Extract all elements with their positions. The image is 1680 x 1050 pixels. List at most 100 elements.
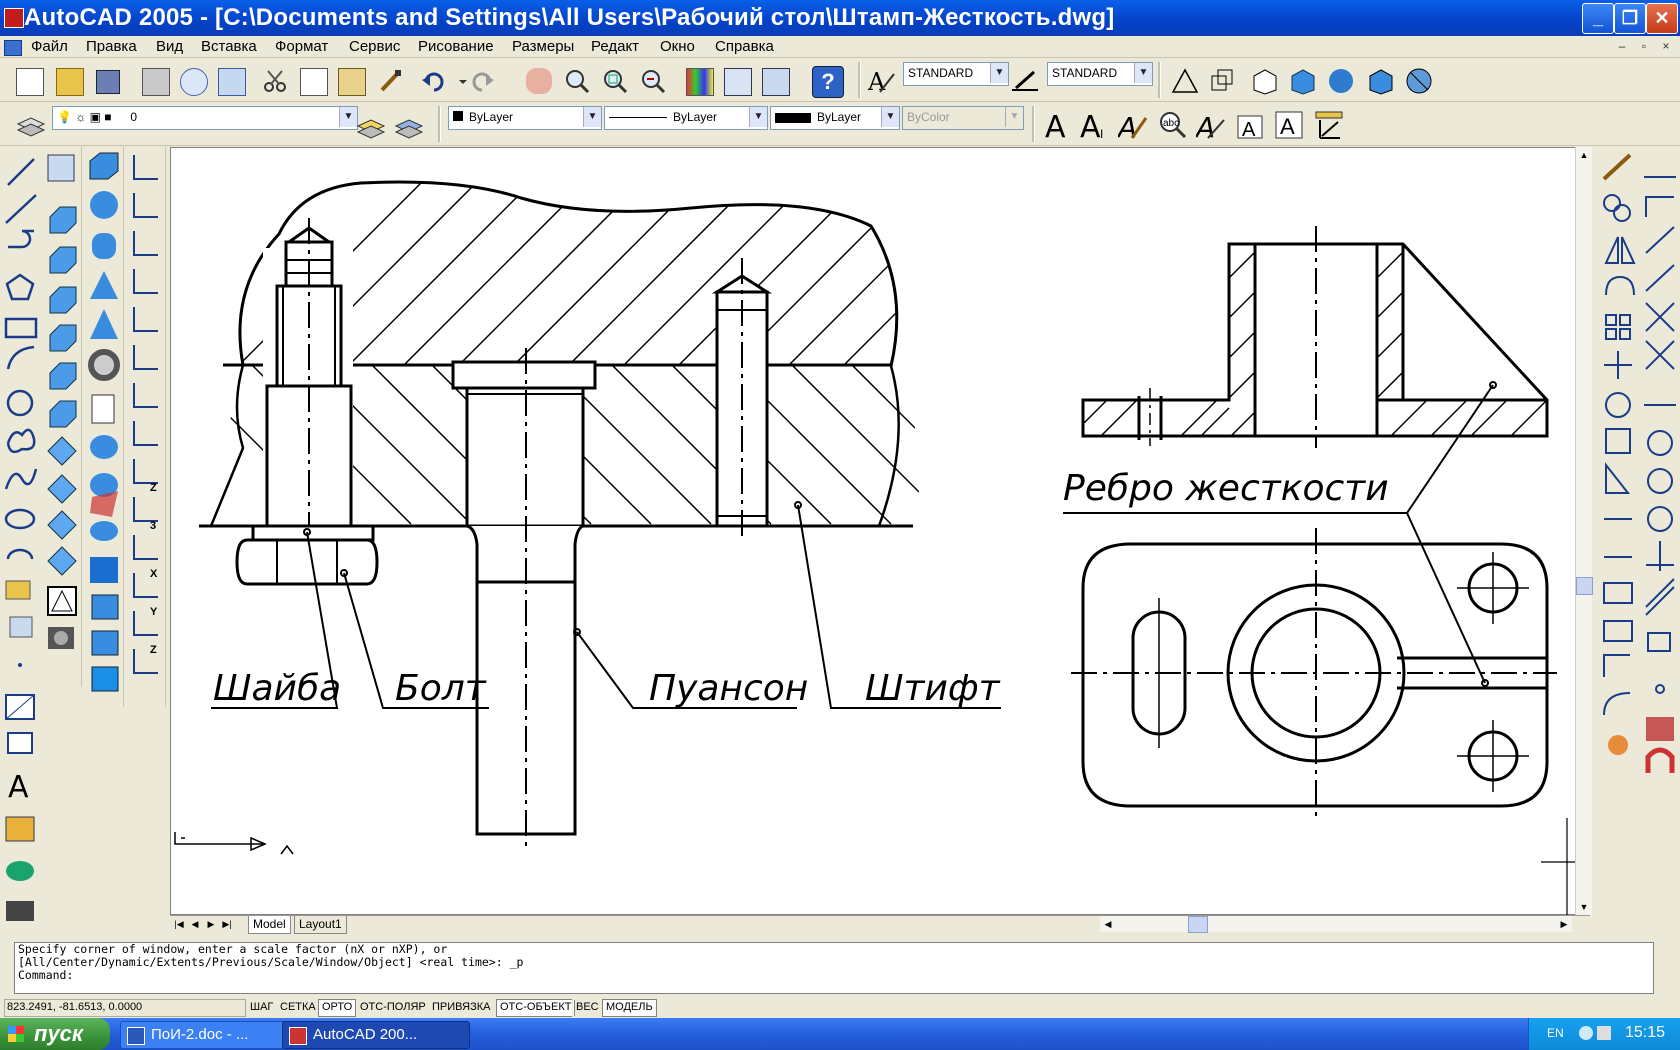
hidden-view-icon[interactable] [1250, 66, 1277, 95]
language-indicator[interactable]: EN [1547, 1026, 1564, 1040]
chevron-down-icon[interactable]: ▼ [881, 107, 899, 127]
command-prompt[interactable]: Command: [15, 969, 1653, 982]
new-file-icon[interactable] [16, 68, 44, 96]
layer-previous-icon[interactable] [394, 112, 424, 139]
network-icon[interactable] [1597, 1026, 1611, 1040]
zoom-previous-icon[interactable] [640, 68, 666, 94]
chevron-down-icon[interactable]: ▼ [990, 63, 1008, 83]
dim-style-select[interactable]: STANDARD ▼ [1047, 62, 1153, 86]
drawing-canvas[interactable]: Шайба Болт Пуансон Штифт Ребро жесткости [170, 147, 1591, 916]
doc-minimize-button[interactable]: – [1614, 38, 1630, 54]
cut-icon[interactable] [262, 68, 288, 94]
find-replace-icon[interactable]: abc [1158, 110, 1187, 139]
design-center-icon[interactable] [724, 68, 752, 96]
menu-window[interactable]: Окно [660, 38, 695, 55]
menu-tools[interactable]: Сервис [349, 38, 400, 55]
scroll-left-icon[interactable]: ◀ [1100, 916, 1116, 932]
lineweight-select[interactable]: ByLayer ▼ [770, 106, 900, 130]
color-select[interactable]: ByLayer ▼ [448, 106, 602, 130]
undo-icon[interactable] [420, 68, 446, 94]
lineweight-toggle[interactable]: ВЕС [572, 999, 603, 1017]
justify-text-icon[interactable] [1314, 110, 1343, 139]
layer-select[interactable]: 💡 ☼ ▣ ■ 0 ▼ [52, 106, 358, 130]
scroll-down-icon[interactable]: ▼ [1576, 899, 1592, 915]
maximize-button[interactable]: ❐ [1614, 3, 1646, 34]
tool-palettes-icon[interactable] [762, 68, 790, 96]
zoom-realtime-icon[interactable] [564, 68, 590, 94]
paste-icon[interactable] [338, 68, 366, 96]
publish-icon[interactable] [218, 68, 246, 96]
last-tab-icon[interactable]: ▶| [220, 917, 234, 931]
chevron-down-icon[interactable]: ▼ [1134, 63, 1152, 83]
doc-close-button[interactable]: × [1658, 38, 1674, 54]
spell-check-icon[interactable]: A [1194, 110, 1225, 144]
layer-manager-icon[interactable] [16, 112, 46, 138]
gouraud-edges-icon[interactable] [1404, 66, 1432, 94]
osnap-toggle[interactable]: ПРИВЯЗКА [428, 999, 495, 1017]
scroll-up-icon[interactable]: ▲ [1576, 147, 1592, 163]
menu-view[interactable]: Вид [156, 38, 183, 55]
vertical-scrollbar[interactable]: ▲ ▼ [1575, 147, 1593, 915]
chevron-down-icon[interactable]: ▼ [583, 107, 601, 127]
single-line-text-icon[interactable]: AI [1080, 110, 1106, 145]
otrack-toggle[interactable]: ОТС-ОБЪЕКТ [496, 999, 576, 1017]
help-icon[interactable]: ? [812, 66, 844, 98]
prev-tab-icon[interactable]: ◀ [188, 917, 202, 931]
horizontal-scrollbar[interactable]: ◀ ▶ [1100, 916, 1572, 933]
vertical-scroll-thumb[interactable] [1576, 577, 1593, 595]
box-wireframe-icon[interactable] [1170, 66, 1199, 93]
tab-layout1[interactable]: Layout1 [294, 916, 347, 934]
menu-modify[interactable]: Редакт [591, 38, 639, 55]
command-window[interactable]: Specify corner of window, enter a scale … [14, 942, 1654, 994]
autocad-app-icon[interactable] [4, 8, 24, 28]
dim-style-icon[interactable] [1010, 68, 1038, 94]
plot-preview-icon[interactable] [180, 68, 208, 96]
clock[interactable]: 15:15 [1625, 1024, 1665, 1042]
menu-format[interactable]: Формат [275, 38, 328, 55]
volume-icon[interactable] [1579, 1026, 1593, 1040]
make-object-layer-current-icon[interactable] [356, 112, 386, 139]
chevron-down-icon[interactable]: ▼ [339, 107, 357, 127]
polar-toggle[interactable]: ОТС-ПОЛЯР [356, 999, 430, 1017]
coordinate-readout[interactable]: 823.2491, -81.6513, 0.0000 [4, 999, 246, 1017]
tab-model[interactable]: Model [248, 916, 291, 934]
3d-wireframe-icon[interactable] [1208, 66, 1234, 92]
pan-realtime-icon[interactable] [526, 68, 552, 94]
flat-edges-icon[interactable] [1366, 66, 1393, 95]
menu-draw[interactable]: Рисование [418, 38, 494, 55]
multiline-text-icon[interactable]: A [1042, 110, 1068, 145]
redo-icon[interactable] [470, 68, 496, 94]
ortho-toggle[interactable]: ОРТО [318, 999, 357, 1017]
edit-text-icon[interactable]: A [1116, 110, 1148, 144]
zoom-window-icon[interactable] [602, 68, 628, 94]
scroll-right-icon[interactable]: ▶ [1556, 916, 1572, 932]
menu-file[interactable]: Файл [31, 38, 68, 55]
task-autocad[interactable]: AutoCAD 200... [282, 1021, 470, 1049]
close-button[interactable]: ✕ [1646, 3, 1678, 34]
gouraud-shaded-icon[interactable] [1326, 66, 1353, 93]
next-tab-icon[interactable]: ▶ [204, 917, 218, 931]
linetype-select[interactable]: ByLayer ▼ [604, 106, 768, 130]
text-style-manager-icon[interactable]: A [1236, 110, 1263, 141]
open-file-icon[interactable] [56, 68, 84, 96]
menu-edit[interactable]: Правка [86, 38, 137, 55]
first-tab-icon[interactable]: |◀ [172, 917, 186, 931]
menu-dimension[interactable]: Размеры [512, 38, 574, 55]
match-properties-icon[interactable] [378, 68, 404, 94]
snap-toggle[interactable]: ШАГ [246, 999, 278, 1017]
menu-insert[interactable]: Вставка [201, 38, 257, 55]
horizontal-scroll-thumb[interactable] [1188, 916, 1208, 933]
model-toggle[interactable]: МОДЕЛЬ [602, 999, 657, 1017]
doc-restore-button[interactable]: ▫ [1636, 38, 1652, 54]
save-icon[interactable] [96, 70, 120, 94]
minimize-button[interactable]: _ [1582, 3, 1614, 34]
document-icon[interactable] [4, 40, 22, 56]
start-button[interactable]: пуск [0, 1018, 110, 1050]
print-icon[interactable] [142, 68, 170, 96]
flat-shaded-icon[interactable] [1288, 66, 1315, 95]
scale-text-icon[interactable]: A [1274, 110, 1303, 139]
grid-toggle[interactable]: СЕТКА [276, 999, 320, 1017]
text-style-icon[interactable]: A [866, 68, 895, 96]
task-word-document[interactable]: ПоИ-2.doc - ... [120, 1021, 308, 1049]
copy-icon[interactable] [300, 68, 328, 96]
